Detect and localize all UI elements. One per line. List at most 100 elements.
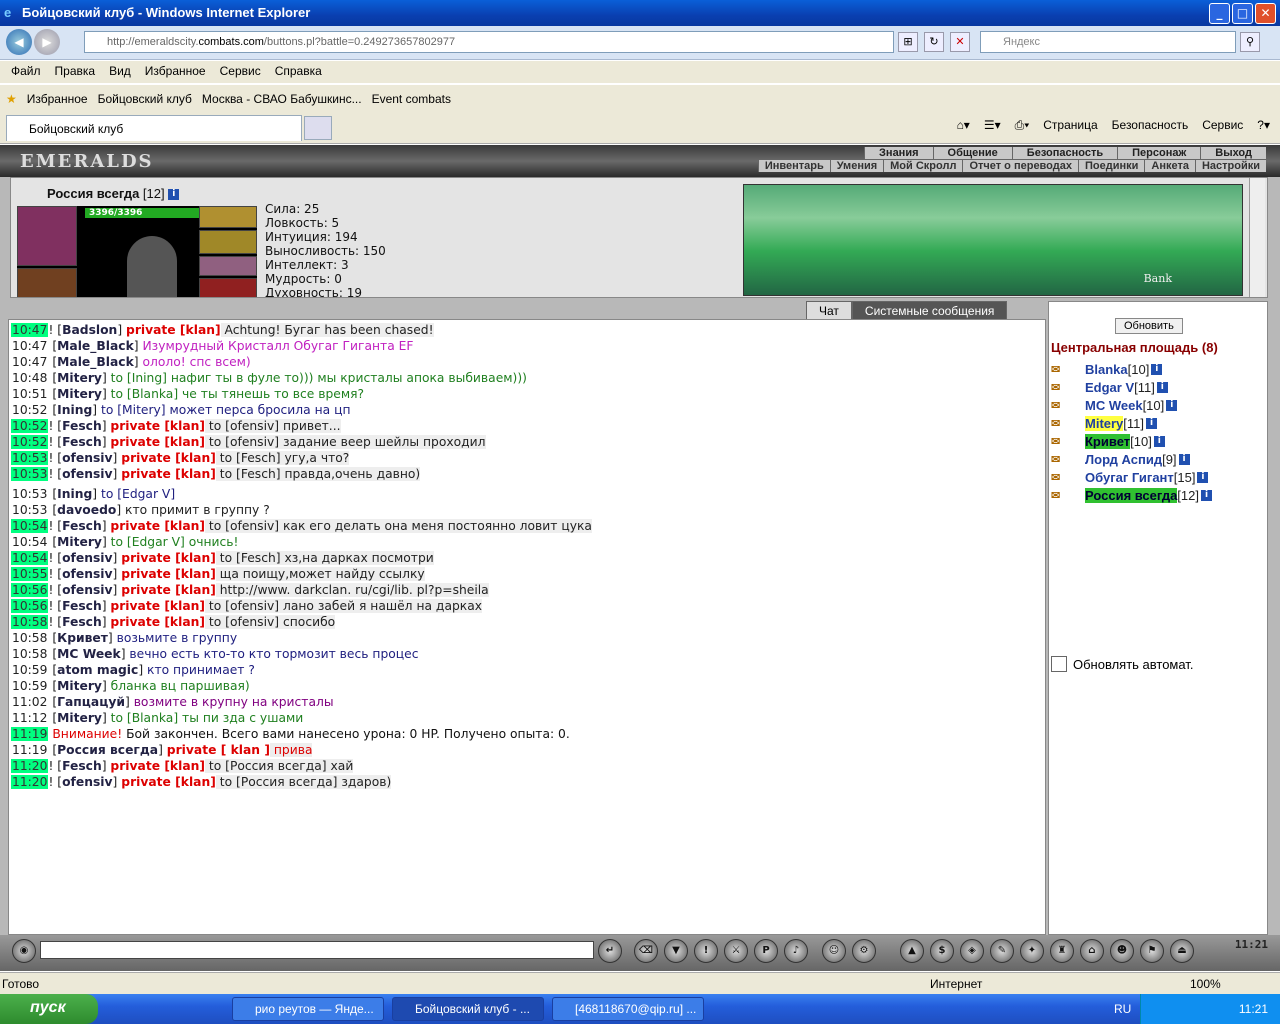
chat-nick[interactable]: Fesch	[62, 435, 102, 449]
info-icon[interactable]: i	[168, 189, 180, 201]
chat-time[interactable]: 10:54	[11, 551, 49, 565]
chat-nick[interactable]: Россия всегда	[57, 743, 158, 757]
chat-time[interactable]: 10:53	[11, 487, 48, 501]
private-tag[interactable]: private [klan]	[121, 551, 216, 565]
chat-time[interactable]: 10:56	[11, 599, 49, 613]
chat-time[interactable]: 10:53	[11, 467, 49, 481]
compat-icon[interactable]: ⊞	[898, 32, 918, 52]
smiley-icon[interactable]: ☺	[822, 939, 846, 963]
chat-nick[interactable]: Гапцацуй	[57, 695, 125, 709]
info-icon[interactable]: i	[1156, 381, 1168, 393]
clear-icon[interactable]: ⌫	[634, 939, 658, 963]
lang-indicator[interactable]: RU	[1114, 1002, 1131, 1016]
private-tag[interactable]: private [klan]	[121, 451, 216, 465]
refresh-button[interactable]: Обновить	[1115, 318, 1183, 334]
chat-time[interactable]: 10:55	[11, 567, 49, 581]
fight-icon[interactable]: ⚔	[724, 939, 748, 963]
tab-chat[interactable]: Чат	[806, 301, 852, 321]
item-slot-weapon[interactable]	[199, 206, 257, 228]
chat-time[interactable]: 10:54	[11, 519, 49, 533]
menu-file[interactable]: Файл	[4, 64, 48, 83]
search-input[interactable]: Яндекс	[980, 31, 1236, 53]
private-message-icon[interactable]: ✉	[1051, 417, 1085, 430]
battle-icon[interactable]: ✦	[1020, 939, 1044, 963]
chat-nick[interactable]: Fesch	[62, 615, 102, 629]
chat-nick[interactable]: Ining	[57, 403, 92, 417]
chat-time[interactable]: 11:19	[11, 727, 49, 741]
chat-nick[interactable]: Mitery	[57, 387, 102, 401]
user-name[interactable]: Обугаг Гигант	[1085, 470, 1174, 485]
private-tag[interactable]: private [klan]	[110, 615, 205, 629]
flag-icon[interactable]: ⚑	[1140, 939, 1164, 963]
chat-nick[interactable]: Fesch	[62, 419, 102, 433]
close-button[interactable]: ✕	[1255, 3, 1276, 24]
chat-time[interactable]: 10:59	[11, 663, 48, 677]
alert-icon[interactable]: !	[694, 939, 718, 963]
exit-icon[interactable]: ⏏	[1170, 939, 1194, 963]
fav-item-1[interactable]: Бойцовский клуб	[98, 92, 192, 106]
chat-time[interactable]: 11:02	[11, 695, 48, 709]
chat-time[interactable]: 11:20	[11, 775, 49, 789]
user-name[interactable]: Кривет	[1085, 433, 1131, 449]
chat-time[interactable]: 10:52	[11, 419, 49, 433]
private-tag[interactable]: private [klan]	[121, 775, 216, 789]
item-slot-ring[interactable]	[17, 268, 77, 297]
private-tag[interactable]: private [klan]	[121, 567, 216, 581]
location-image-bank[interactable]: Bank	[743, 184, 1243, 296]
chat-nick[interactable]: atom magic	[57, 663, 138, 677]
character-name[interactable]: Россия всегда [12] i	[47, 186, 180, 201]
topmenu-exit[interactable]: Выход	[1200, 147, 1266, 159]
stop-icon[interactable]: ✕	[950, 32, 970, 52]
chat-nick[interactable]: Mitery	[57, 711, 102, 725]
task-item-3[interactable]: [468118670@qip.ru] ...	[552, 997, 704, 1021]
forward-button[interactable]: ▶	[34, 29, 60, 55]
private-message-icon[interactable]: ✉	[1051, 453, 1085, 466]
user-row[interactable]: ✉ Blanka [10] i	[1051, 360, 1212, 378]
chat-time[interactable]: 11:12	[11, 711, 48, 725]
menu-edit[interactable]: Правка	[48, 64, 103, 83]
chat-time[interactable]: 10:58	[11, 615, 49, 629]
chat-nick[interactable]: ofensiv	[62, 467, 112, 481]
send-icon[interactable]: ↵	[598, 939, 622, 963]
info-icon[interactable]: i	[1153, 435, 1165, 447]
private-tag[interactable]: private [klan]	[110, 519, 205, 533]
menu-view[interactable]: Вид	[102, 64, 138, 83]
chat-nick[interactable]: davoedo	[57, 503, 116, 517]
money-icon[interactable]: $	[930, 939, 954, 963]
chat-time[interactable]: 10:52	[11, 435, 49, 449]
submenu-settings[interactable]: Настройки	[1194, 160, 1266, 172]
submenu-scroll[interactable]: Мой Скролл	[883, 160, 963, 172]
chat-time[interactable]: 10:53	[11, 451, 49, 465]
private-message-icon[interactable]: ✉	[1051, 471, 1085, 484]
new-tab-button[interactable]	[304, 116, 332, 140]
task-item-2[interactable]: Бойцовский клуб - ...	[392, 997, 544, 1021]
cmd-security[interactable]: Безопасность	[1112, 118, 1189, 133]
filter-icon[interactable]: ▼	[664, 939, 688, 963]
pl-icon[interactable]: P	[754, 939, 778, 963]
item-slot-gloves[interactable]	[199, 256, 257, 276]
task-item-1[interactable]: рио реутов — Янде...	[232, 997, 384, 1021]
user-row[interactable]: ✉ Россия всегда [12] i	[1051, 486, 1212, 504]
submenu-inventory[interactable]: Инвентарь	[757, 160, 830, 172]
sound-icon[interactable]: ♪	[784, 939, 808, 963]
private-message-icon[interactable]: ✉	[1051, 399, 1085, 412]
chat-time[interactable]: 10:47	[11, 355, 48, 369]
maximize-button[interactable]: □	[1232, 3, 1253, 24]
chat-nick[interactable]: Кривет	[57, 631, 108, 645]
print-icon[interactable]: ⎙▾	[1015, 118, 1030, 133]
chat-time[interactable]: 10:54	[11, 535, 48, 549]
private-tag[interactable]: private [klan]	[110, 419, 205, 433]
tab-active[interactable]: Бойцовский клуб	[6, 115, 302, 141]
chat-time[interactable]: 10:51	[11, 387, 48, 401]
user-name[interactable]: Mitery	[1085, 415, 1124, 431]
search-icon[interactable]: ⚲	[1240, 32, 1260, 52]
user-name[interactable]: MC Week	[1085, 398, 1143, 413]
submenu-fights[interactable]: Поединки	[1077, 160, 1145, 172]
private-tag[interactable]: private [klan]	[121, 583, 216, 597]
chat-nick[interactable]: Male_Black	[57, 355, 134, 369]
refresh-icon[interactable]: ↻	[924, 32, 944, 52]
topmenu-character[interactable]: Персонаж	[1117, 147, 1201, 159]
chat-time[interactable]: 11:19	[11, 743, 48, 757]
info-icon[interactable]: i	[1146, 417, 1158, 429]
chat-nick[interactable]: Fesch	[62, 759, 102, 773]
